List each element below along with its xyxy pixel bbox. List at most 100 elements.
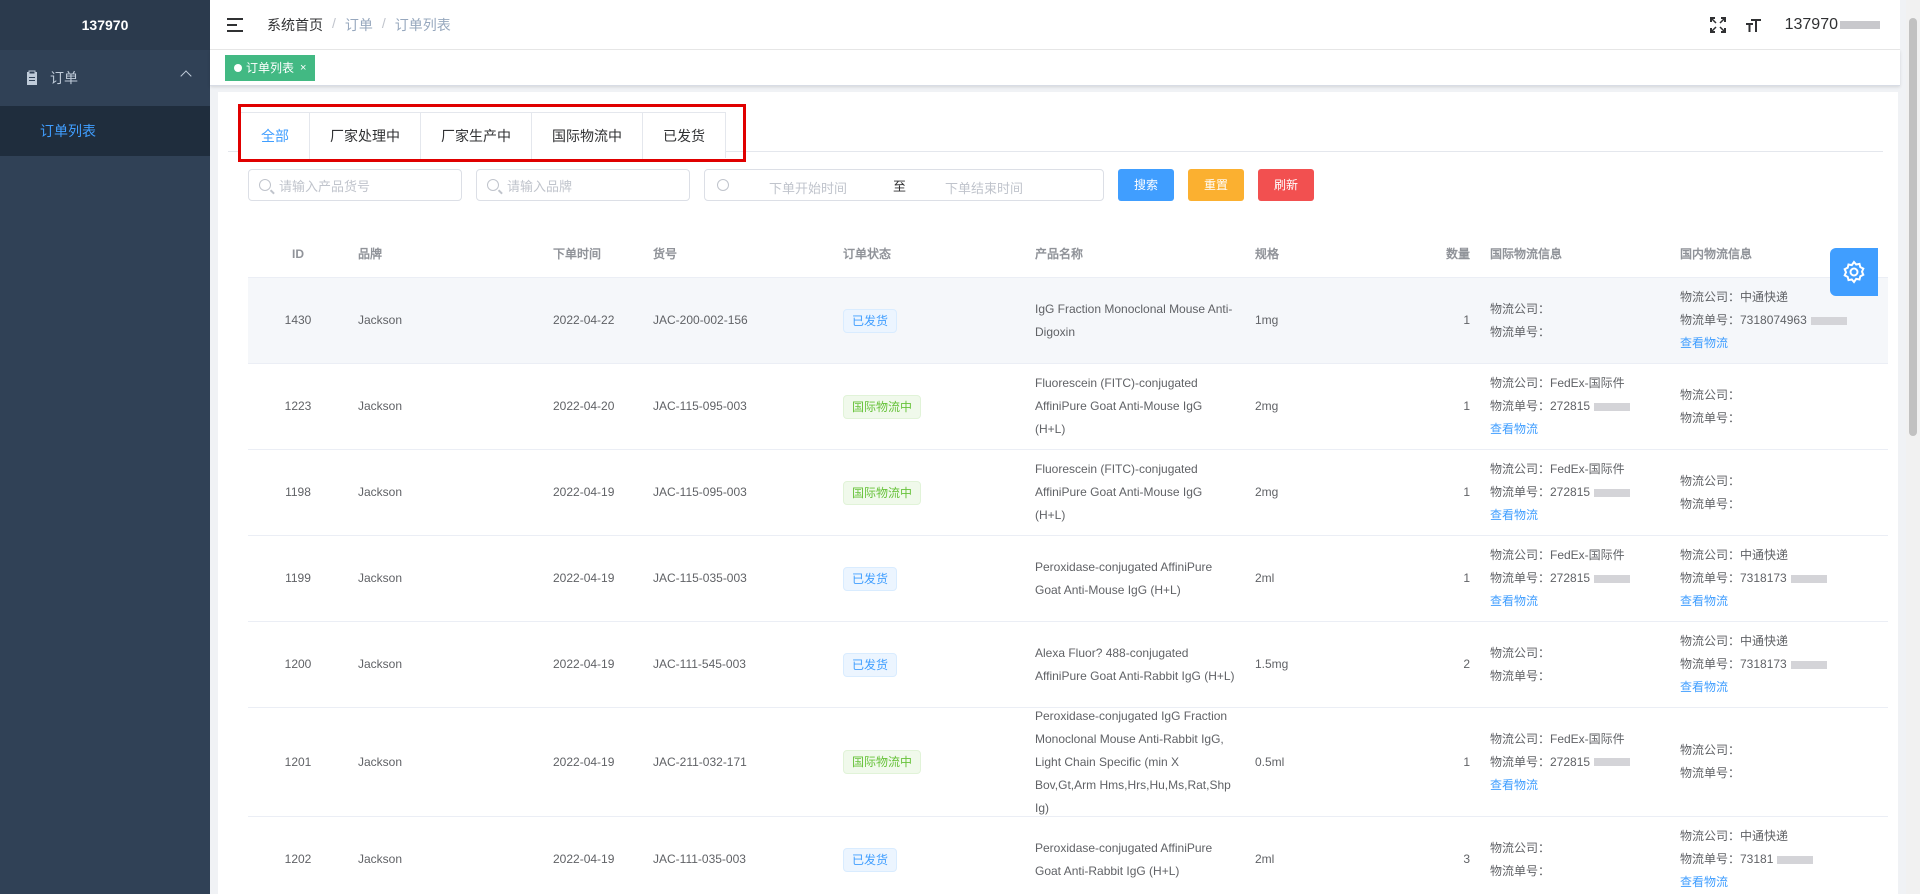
close-icon[interactable]: × <box>300 55 306 81</box>
refresh-button[interactable]: 刷新 <box>1258 169 1314 201</box>
dom-track-link[interactable]: 查看物流 <box>1680 871 1848 894</box>
masked-text <box>1840 20 1880 29</box>
table-row[interactable]: 1201 Jackson 2022-04-19 JAC-211-032-171 国际物流… <box>248 708 1888 817</box>
header-time: 下单时间 <box>553 247 602 261</box>
status-tabs: 全部 厂家处理中 厂家生产中 国际物流中 已发货 <box>240 112 726 159</box>
intl-track-link[interactable]: 查看物流 <box>1490 590 1660 613</box>
logo-text: 137970 <box>81 17 129 33</box>
cell-time: 2022-04-20 <box>553 399 615 413</box>
search-button[interactable]: 搜索 <box>1118 169 1174 201</box>
end-date-field[interactable]: 下单结束时间 <box>945 178 1023 197</box>
dom-company: 物流公司：中通快递 <box>1680 634 1789 648</box>
navbar: 系统首页 / 订单 / 订单列表 137970 <box>210 0 1900 50</box>
dom-tracking-no: 物流单号： <box>1680 410 1741 425</box>
cell-status: 已发货 <box>833 308 1025 333</box>
hamburger-icon[interactable] <box>227 17 243 32</box>
masked-text <box>1810 316 1847 325</box>
dom-company: 物流公司：中通快递 <box>1680 548 1789 562</box>
cell-status: 已发货 <box>833 566 1025 591</box>
cell-qty: 1 <box>1463 754 1470 769</box>
cell-dom-logistics: 物流公司： 物流单号： <box>1670 739 1858 785</box>
search-icon <box>487 179 499 191</box>
header-id: ID <box>292 247 304 261</box>
cell-dom-logistics: 物流公司：中通快递 物流单号：7318173 查看物流 <box>1670 630 1858 699</box>
cell-brand: Jackson <box>358 852 403 866</box>
cell-product-name: Fluorescein (FITC)-conjugated AffiniPure… <box>1035 376 1203 436</box>
cell-qty: 1 <box>1463 485 1470 499</box>
tab-factory-processing[interactable]: 厂家处理中 <box>309 113 420 159</box>
table-body: 1430 Jackson 2022-04-22 JAC-200-002-156 已发货 I… <box>248 278 1888 894</box>
status-badge: 已发货 <box>843 308 898 333</box>
cell-time: 2022-04-19 <box>553 852 615 866</box>
tab-shipped[interactable]: 已发货 <box>642 113 725 159</box>
cell-status: 国际物流中 <box>833 394 1025 419</box>
masked-text <box>1594 758 1631 767</box>
table-row[interactable]: 1199 Jackson 2022-04-19 JAC-115-035-003 已发货 P… <box>248 536 1888 622</box>
status-badge: 已发货 <box>843 652 898 677</box>
dom-track-link[interactable]: 查看物流 <box>1680 332 1848 355</box>
username[interactable]: 137970 <box>1785 16 1880 34</box>
cell-product-name: Peroxidase-conjugated IgG Fraction Monoc… <box>1035 708 1231 815</box>
dot-icon <box>234 63 242 72</box>
dom-company: 物流公司：中通快递 <box>1680 290 1789 304</box>
table-row[interactable]: 1200 Jackson 2022-04-19 JAC-111-545-003 已发货 A… <box>248 622 1888 708</box>
scrollbar-thumb[interactable] <box>1909 18 1917 436</box>
date-range-picker[interactable]: 下单开始时间 至 下单结束时间 <box>704 169 1104 201</box>
cell-intl-logistics: 物流公司：FedEx-国际件 物流单号：272815 查看物流 <box>1470 728 1670 797</box>
tab-factory-producing[interactable]: 厂家生产中 <box>420 113 531 159</box>
status-badge: 国际物流中 <box>843 394 922 419</box>
cell-qty: 1 <box>1463 399 1470 413</box>
brand-search-input[interactable]: 请输入品牌 <box>476 169 690 201</box>
reset-button[interactable]: 重置 <box>1188 169 1244 201</box>
cell-id: 1223 <box>284 399 312 413</box>
sidebar-item-orders[interactable]: 订单 <box>0 50 210 106</box>
cell-product-name: IgG Fraction Monoclonal Mouse Anti-Digox… <box>1035 301 1233 339</box>
dom-tracking-no: 物流单号： <box>1680 496 1741 511</box>
tag-order-list[interactable]: 订单列表 × <box>225 54 316 81</box>
cell-sku: JAC-115-095-003 <box>653 485 747 499</box>
cell-product-name: Peroxidase-conjugated AffiniPure Goat An… <box>1035 559 1213 597</box>
intl-company: 物流公司：FedEx-国际件 <box>1490 462 1625 476</box>
table-row[interactable]: 1430 Jackson 2022-04-22 JAC-200-002-156 已发货 I… <box>248 278 1888 364</box>
sidebar-logo: 137970 <box>0 0 210 50</box>
dom-track-link[interactable]: 查看物流 <box>1680 676 1848 699</box>
cell-spec: 1.5mg <box>1255 657 1289 671</box>
header-status: 订单状态 <box>843 247 892 261</box>
table-row[interactable]: 1202 Jackson 2022-04-19 JAC-111-035-003 已发货 P… <box>248 817 1888 894</box>
cell-time: 2022-04-19 <box>553 657 615 671</box>
sku-search-input[interactable]: 请输入产品货号 <box>248 169 462 201</box>
page-scrollbar[interactable] <box>1906 0 1920 894</box>
cell-id: 1430 <box>284 313 312 327</box>
breadcrumb-order-list: 订单列表 <box>394 16 451 33</box>
intl-tracking-no: 物流单号：272815 <box>1490 395 1660 418</box>
cell-time: 2022-04-19 <box>553 754 615 769</box>
cell-status: 国际物流中 <box>833 480 1025 505</box>
font-size-icon[interactable] <box>1745 16 1763 34</box>
table-row[interactable]: 1198 Jackson 2022-04-19 JAC-115-095-003 国际物流… <box>248 450 1888 536</box>
intl-company: 物流公司：FedEx-国际件 <box>1490 731 1625 746</box>
intl-company: 物流公司： <box>1490 645 1551 660</box>
masked-text <box>1790 660 1827 669</box>
settings-button[interactable] <box>1830 248 1878 296</box>
intl-track-link[interactable]: 查看物流 <box>1490 504 1660 527</box>
breadcrumb-home[interactable]: 系统首页 <box>267 15 323 35</box>
cell-brand: Jackson <box>358 313 403 327</box>
start-date-field[interactable]: 下单开始时间 <box>769 178 847 197</box>
status-badge: 已发货 <box>843 566 898 591</box>
cell-brand: Jackson <box>358 571 403 585</box>
intl-company: 物流公司： <box>1490 301 1551 316</box>
cell-sku: JAC-111-035-003 <box>653 852 746 866</box>
sidebar-item-order-list[interactable]: 订单列表 <box>0 106 210 156</box>
intl-track-link[interactable]: 查看物流 <box>1490 418 1660 441</box>
cell-spec: 2mg <box>1255 485 1279 499</box>
dom-track-link[interactable]: 查看物流 <box>1680 590 1848 613</box>
tab-all[interactable]: 全部 <box>241 113 309 159</box>
cell-intl-logistics: 物流公司： 物流单号： <box>1470 298 1670 344</box>
tab-intl-shipping[interactable]: 国际物流中 <box>531 113 642 159</box>
dom-tracking-no: 物流单号： <box>1680 766 1741 780</box>
cell-intl-logistics: 物流公司： 物流单号： <box>1470 642 1670 688</box>
cell-sku: JAC-115-095-003 <box>653 399 747 413</box>
intl-track-link[interactable]: 查看物流 <box>1490 774 1660 797</box>
fullscreen-icon[interactable] <box>1709 16 1727 34</box>
table-row[interactable]: 1223 Jackson 2022-04-20 JAC-115-095-003 国际物流… <box>248 364 1888 450</box>
